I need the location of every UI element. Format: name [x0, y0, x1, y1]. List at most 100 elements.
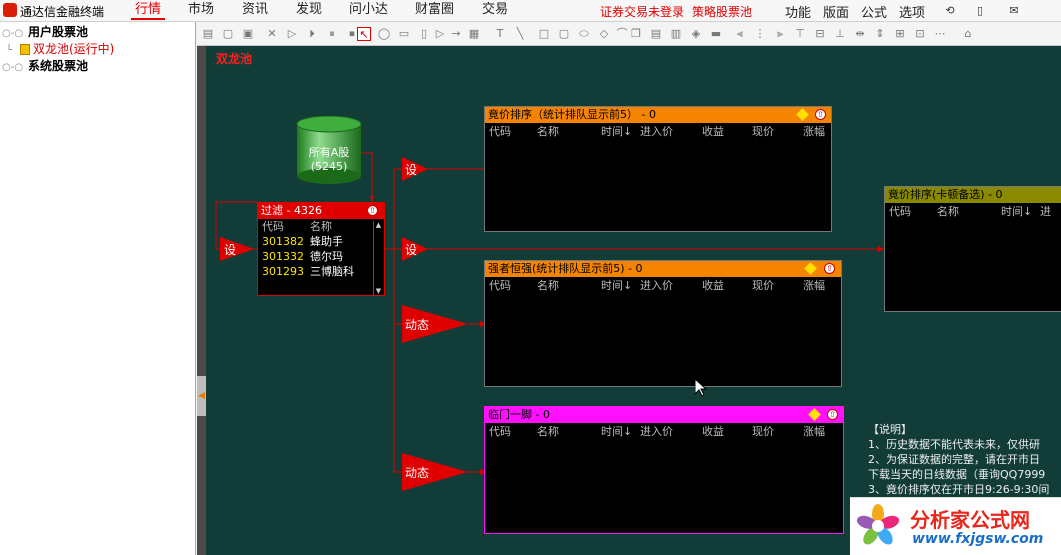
trash-icon[interactable]: ▥ — [669, 27, 683, 41]
tree-item-system-pool[interactable]: ○-○ 系统股票池 — [2, 58, 88, 75]
run-icon[interactable]: ▷ — [285, 27, 299, 41]
align-center-icon[interactable]: ⋮ — [753, 27, 767, 41]
sidebar-collapse-handle[interactable]: ◀ — [197, 46, 206, 555]
dynamic-node-upper[interactable]: 动态 — [402, 305, 468, 346]
panel-settings-icon[interactable] — [808, 408, 821, 421]
play-icon[interactable]: ⏵ — [305, 27, 319, 41]
align-bottom-icon[interactable]: ⊥ — [833, 27, 847, 41]
panel-expand-icon[interactable]: ⇧ — [815, 109, 826, 120]
align-left-icon[interactable]: ⫷ — [733, 27, 747, 41]
arrow-tool-icon[interactable]: → — [449, 27, 463, 41]
strategy-pool-link[interactable]: 策略股票池 — [692, 3, 752, 20]
col-code: 代码 — [489, 125, 511, 138]
col-profit: 收益 — [702, 279, 724, 292]
triangle-tool-icon[interactable]: ▷ — [433, 27, 447, 41]
refresh-icon[interactable]: ⟲ — [942, 3, 958, 18]
line-style-icon[interactable]: ▬ — [709, 27, 723, 41]
col-time[interactable]: 时间↓ — [1001, 203, 1032, 221]
delete-icon[interactable]: ✕ — [265, 27, 279, 41]
same-height-icon[interactable]: ⇕ — [873, 27, 887, 41]
filter-row[interactable]: 301293 三博脑科 — [258, 264, 384, 279]
scroll-up-icon[interactable]: ▲ — [374, 221, 383, 229]
menu-item-wealth-circle[interactable]: 财富圈 — [411, 2, 458, 20]
panel-expand-icon[interactable]: ⇧ — [824, 263, 835, 274]
trade-login-status[interactable]: 证券交易未登录 — [600, 3, 684, 20]
menu-item-ask-xiaoda[interactable]: 问小达 — [345, 2, 392, 20]
menu-item-news[interactable]: 资讯 — [238, 2, 272, 20]
menu-item-market[interactable]: 市场 — [184, 2, 218, 20]
curve-tool-icon[interactable]: ⌒ — [615, 27, 629, 41]
col-time[interactable]: 时间↓ — [601, 123, 632, 141]
col-change: 涨幅 — [803, 125, 825, 138]
same-size-icon[interactable]: ⊞ — [893, 27, 907, 41]
layout-icon[interactable]: ⌂ — [961, 27, 975, 41]
result-panel-auction-backup[interactable]: 竟价排序(卡顿备选) - 0 代码 名称 时间↓ 进 — [884, 186, 1061, 312]
align-top-icon[interactable]: ⊤ — [793, 27, 807, 41]
filter-expand-icon[interactable]: ⇧ — [367, 205, 378, 216]
pause-icon[interactable]: ⏸ — [325, 27, 339, 41]
space-v-icon[interactable]: ⋯ — [933, 27, 947, 41]
dynamic-node-label: 动态 — [405, 318, 430, 332]
phone-icon[interactable]: ▯ — [972, 3, 988, 18]
menu-item-discover[interactable]: 发现 — [292, 2, 326, 20]
source-count: (5245) — [310, 160, 348, 173]
rect-tool-icon[interactable]: ▭ — [397, 27, 411, 41]
align-middle-icon[interactable]: ⊟ — [813, 27, 827, 41]
tree-connector-icon: ○-○ — [2, 28, 24, 39]
source-all-a-shares[interactable]: 所有A股 (5245) — [296, 115, 362, 186]
result-panel-final-kick[interactable]: 临门一脚 - 0 ⇧ 代码 名称 时间↓ 进入价 收益 现价 涨幅 — [484, 406, 844, 534]
panel-settings-icon[interactable] — [796, 108, 809, 121]
menu-item-quotes[interactable]: 行情 — [131, 2, 166, 20]
filter-row[interactable]: 301382 蜂助手 — [258, 234, 384, 249]
filter-scrollbar[interactable]: ▲ ▼ — [373, 221, 383, 295]
watermark-title: 分析家公式网 — [910, 508, 1030, 532]
tree-item-user-pool[interactable]: ○-○ 用户股票池 — [2, 24, 88, 41]
align-right-icon[interactable]: ⫸ — [773, 27, 787, 41]
dynamic-node-lower[interactable]: 动态 — [402, 453, 468, 494]
panel-tool-icon[interactable]: ▦ — [467, 27, 481, 41]
menu-formula[interactable]: 公式 — [861, 2, 887, 21]
same-width-icon[interactable]: ⇹ — [853, 27, 867, 41]
col-time[interactable]: 时间↓ — [601, 423, 632, 441]
oval-tool-icon[interactable]: ⬭ — [577, 27, 591, 41]
result-panel-auction-sort[interactable]: 竟价排序（统计排队显示前5） - 0 ⇧ 代码 名称 时间↓ 进入价 收益 现价… — [484, 106, 832, 232]
text-tool-icon[interactable]: T — [493, 27, 507, 41]
result-panel-strong-stays-strong[interactable]: 强者恒强(统计排队显示前5) - 0 ⇧ 代码 名称 时间↓ 进入价 收益 现价… — [484, 260, 842, 387]
menu-layout[interactable]: 版面 — [823, 2, 849, 21]
menu-options[interactable]: 选项 — [899, 2, 925, 21]
app-title: 通达信金融终端 — [20, 5, 105, 19]
set-node-top[interactable]: 设 — [402, 157, 428, 184]
mail-icon[interactable]: ✉ — [1006, 3, 1022, 18]
scroll-down-icon[interactable]: ▼ — [374, 287, 383, 295]
ellipse-tool-icon[interactable]: ◯ — [377, 27, 391, 41]
filter-tool-icon[interactable]: ▯ — [417, 27, 431, 41]
col-entry-price: 进入价 — [640, 279, 673, 292]
menu-function[interactable]: 功能 — [785, 2, 811, 21]
editor-toolbar: ▤ ▢ ▣ ✕ ▷ ⏵ ⏸ ⏹ ↖ ◯ ▭ ▯ ▷ → ▦ T ╲ □ ▢ ⬭ … — [197, 22, 1061, 46]
menu-item-trade[interactable]: 交易 — [478, 2, 512, 20]
set-node-middle[interactable]: 设 — [402, 237, 428, 264]
diamond-tool-icon[interactable]: ◇ — [597, 27, 611, 41]
space-h-icon[interactable]: ⊡ — [913, 27, 927, 41]
set-node-left[interactable]: 设 — [220, 237, 254, 264]
roundrect-tool-icon[interactable]: ▢ — [557, 27, 571, 41]
square-tool-icon[interactable]: □ — [537, 27, 551, 41]
col-code: 代码 — [489, 425, 511, 438]
line-tool-icon[interactable]: ╲ — [513, 27, 527, 41]
open-icon[interactable]: ▢ — [221, 27, 235, 41]
collapse-arrow-icon[interactable]: ◀ — [197, 376, 206, 416]
paste-icon[interactable]: ▤ — [649, 27, 663, 41]
format-icon[interactable]: ◈ — [689, 27, 703, 41]
save-icon[interactable]: ▣ — [241, 27, 255, 41]
new-icon[interactable]: ▤ — [201, 27, 215, 41]
tree-item-shuanglong-pool[interactable]: └ 双龙池(运行中) — [6, 41, 114, 58]
panel-settings-icon[interactable] — [804, 262, 817, 275]
pointer-tool-icon[interactable]: ↖ — [357, 27, 371, 41]
col-entry-price: 进入价 — [640, 425, 673, 438]
filter-box[interactable]: 过滤 - 4326 ⇧ 代码 名称 301382 蜂助手 301332 德尔玛 … — [257, 202, 385, 296]
col-time[interactable]: 时间↓ — [601, 277, 632, 295]
filter-row[interactable]: 301332 德尔玛 — [258, 249, 384, 264]
col-name: 名称 — [937, 205, 959, 218]
copy-icon[interactable]: ❐ — [629, 27, 643, 41]
panel-expand-icon[interactable]: ⇧ — [827, 409, 838, 420]
